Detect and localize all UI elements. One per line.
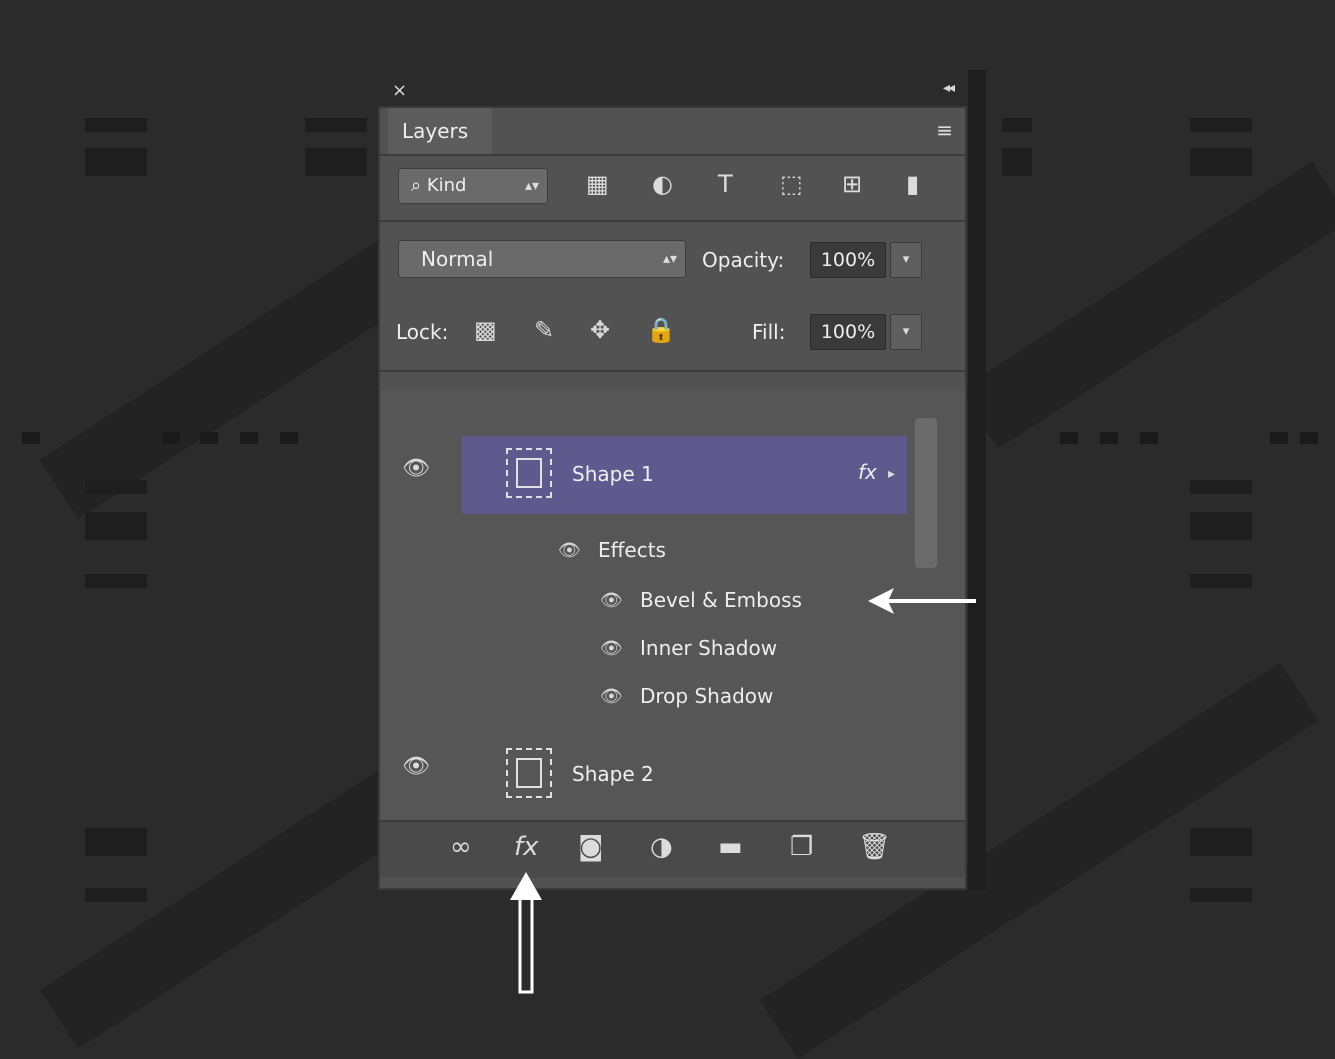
close-icon[interactable]: × (392, 80, 407, 101)
layer-row-shape-2[interactable]: Shape 2 (462, 736, 907, 814)
layers-bottom-bar: ∞ fx ◙ ◑ ▬ ❐ 🗑 (380, 820, 965, 878)
visibility-eye-icon[interactable]: 👁 (402, 456, 430, 481)
fill-field[interactable]: 100% (810, 314, 886, 350)
new-layer-icon[interactable]: ❐ (790, 832, 813, 862)
effect-eye-icon[interactable]: 👁 (600, 686, 623, 707)
opacity-dropdown-button[interactable]: ▾ (890, 242, 922, 278)
new-group-icon[interactable]: ▬ (718, 832, 743, 862)
type-filter-icon[interactable]: T (718, 170, 733, 198)
fill-label: Fill: (752, 320, 786, 344)
effects-label: Effects (598, 538, 666, 562)
opacity-label: Opacity: (702, 248, 785, 272)
select-arrows-icon: ▴▾ (662, 251, 677, 267)
visibility-eye-icon[interactable]: 👁 (402, 754, 430, 779)
search-icon: ⌕ (411, 175, 422, 196)
panel-menu-icon[interactable]: ≡ (936, 118, 953, 142)
collapse-icon[interactable]: ◂◂ (943, 80, 955, 96)
opacity-field[interactable]: 100% (810, 242, 886, 278)
blend-mode-value: Normal (421, 247, 494, 271)
select-arrows-icon: ▴▾ (524, 178, 539, 194)
effects-eye-icon[interactable]: 👁 (558, 540, 581, 561)
panel-titlebar: × ◂◂ (380, 78, 965, 108)
add-mask-icon[interactable]: ◙ (578, 832, 603, 862)
shape-thumbnail-icon (506, 748, 552, 798)
effect-drop-shadow[interactable]: Drop Shadow (640, 684, 773, 708)
link-layers-icon[interactable]: ∞ (450, 832, 472, 862)
lock-position-icon[interactable]: ✥ (590, 316, 610, 344)
shape-thumbnail-icon (506, 448, 552, 498)
fill-dropdown-button[interactable]: ▾ (890, 314, 922, 350)
adjustment-filter-icon[interactable]: ◐ (652, 170, 673, 198)
pixel-filter-icon[interactable]: ▦ (586, 170, 609, 198)
lock-transparent-icon[interactable]: ▩ (474, 316, 497, 344)
smart-object-filter-icon[interactable]: ⊞ (842, 170, 862, 198)
shape-filter-icon[interactable]: ⬚ (780, 170, 803, 198)
divider (380, 370, 965, 372)
layers-panel: Layers ≡ ⌕ Kind ▴▾ ▦ ◐ T ⬚ ⊞ ▮ Normal ▴▾… (380, 108, 965, 888)
divider (380, 220, 965, 222)
lock-image-icon[interactable]: ✎ (534, 316, 554, 344)
lock-label: Lock: (396, 320, 449, 344)
effect-eye-icon[interactable]: 👁 (600, 638, 623, 659)
new-adjustment-layer-icon[interactable]: ◑ (650, 832, 673, 862)
filter-kind-select[interactable]: ⌕ Kind ▴▾ (398, 168, 548, 204)
fx-badge-icon: fx (858, 460, 877, 484)
layer-row-shape-1[interactable]: Shape 1 fx ▸ (462, 436, 907, 514)
kind-label: Kind (426, 175, 467, 196)
layer-name[interactable]: Shape 1 (572, 462, 654, 486)
callout-arrow-up-icon (510, 872, 542, 994)
effect-inner-shadow[interactable]: Inner Shadow (640, 636, 777, 660)
filter-toggle-icon[interactable]: ▮ (906, 170, 919, 198)
blend-mode-select[interactable]: Normal ▴▾ (398, 240, 686, 278)
effect-eye-icon[interactable]: 👁 (600, 590, 623, 611)
layer-name[interactable]: Shape 2 (572, 762, 654, 786)
delete-layer-icon[interactable]: 🗑 (858, 832, 891, 862)
effect-bevel-emboss[interactable]: Bevel & Emboss (640, 588, 802, 612)
scrollbar[interactable] (915, 418, 937, 568)
tab-layers[interactable]: Layers (388, 108, 492, 154)
expand-arrow-icon[interactable]: ▸ (888, 466, 895, 482)
divider (380, 154, 965, 156)
add-layer-style-icon[interactable]: fx (514, 832, 539, 862)
lock-all-icon[interactable]: 🔒 (646, 316, 676, 344)
callout-arrow-left-icon (868, 588, 976, 614)
